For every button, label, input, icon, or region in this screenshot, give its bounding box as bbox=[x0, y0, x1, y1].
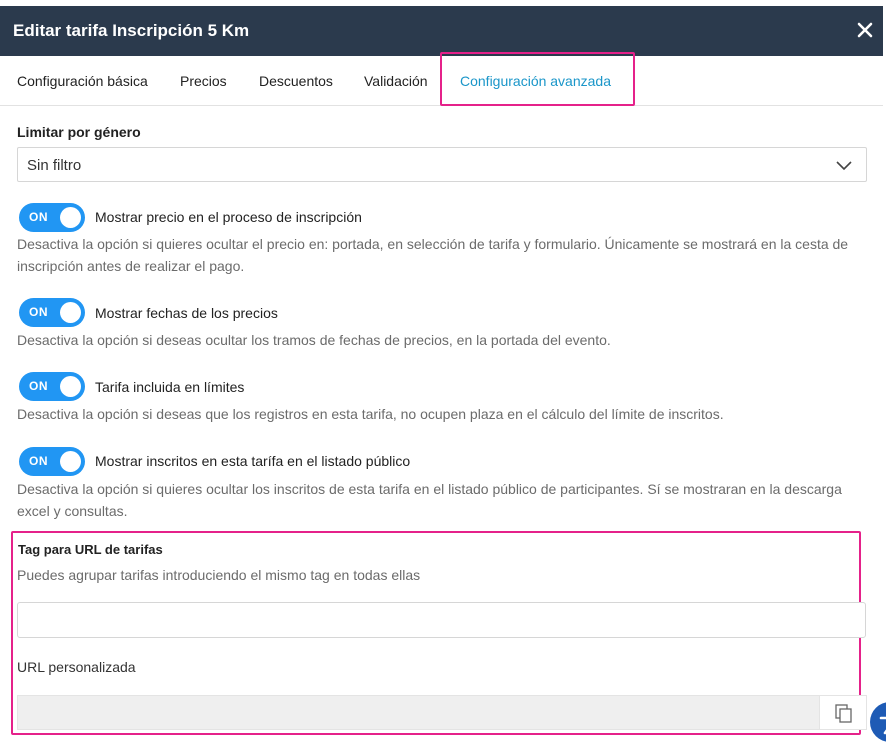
tab-precios[interactable]: Precios bbox=[180, 73, 227, 89]
edit-rate-modal: Editar tarifa Inscripción 5 Km Configura… bbox=[0, 0, 883, 744]
toggle-show-price[interactable]: ON bbox=[19, 203, 85, 232]
toggle-rate-in-limits-label: Tarifa incluida en límites bbox=[95, 379, 245, 395]
toggle-show-price-description: Desactiva la opción si quieres ocultar e… bbox=[17, 236, 849, 274]
active-tab-highlight bbox=[440, 52, 635, 106]
modal-title: Editar tarifa Inscripción 5 Km bbox=[13, 21, 250, 40]
accessibility-icon bbox=[879, 716, 886, 735]
toggle-knob bbox=[60, 207, 81, 228]
toggle-show-registrants-public-label: Mostrar inscritos en esta tarífa en el l… bbox=[95, 453, 411, 469]
toggle-show-price-dates[interactable]: ON bbox=[19, 298, 85, 327]
toggle-knob bbox=[60, 376, 81, 397]
copy-url-button[interactable] bbox=[819, 695, 867, 730]
toggle-knob bbox=[60, 302, 81, 323]
toggle-knob bbox=[60, 451, 81, 472]
toggle-state: ON bbox=[29, 305, 48, 319]
gender-filter-select[interactable]: Sin filtro bbox=[17, 147, 867, 182]
toggle-rate-in-limits-description: Desactiva la opción si deseas que los re… bbox=[17, 406, 724, 422]
toggle-rate-in-limits[interactable]: ON bbox=[19, 372, 85, 401]
gender-filter-value: Sin filtro bbox=[27, 157, 82, 174]
toggle-show-price-dates-description: Desactiva la opción si deseas ocultar lo… bbox=[17, 332, 611, 348]
custom-url-label: URL personalizada bbox=[17, 659, 136, 675]
toggle-show-price-dates-label: Mostrar fechas de los precios bbox=[95, 305, 278, 321]
tag-section-description: Puedes agrupar tarifas introduciendo el … bbox=[17, 567, 421, 583]
toggle-state: ON bbox=[29, 379, 48, 393]
gender-filter-label: Limitar por género bbox=[17, 124, 141, 140]
tab-configuracion-basica[interactable]: Configuración básica bbox=[17, 73, 148, 89]
custom-url-field bbox=[17, 695, 819, 730]
close-icon[interactable] bbox=[856, 19, 874, 41]
toggle-show-registrants-public-description: Desactiva la opción si quieres ocultar l… bbox=[17, 481, 842, 519]
tag-section-title: Tag para URL de tarifas bbox=[18, 542, 163, 557]
copy-icon bbox=[835, 704, 852, 723]
toggle-state: ON bbox=[29, 210, 48, 224]
toggle-state: ON bbox=[29, 454, 48, 468]
tab-validacion[interactable]: Validación bbox=[364, 73, 428, 89]
toggle-show-registrants-public[interactable]: ON bbox=[19, 447, 85, 476]
tag-input[interactable] bbox=[17, 602, 866, 638]
modal-header: Editar tarifa Inscripción 5 Km bbox=[0, 6, 883, 56]
toggle-show-price-label: Mostrar precio en el proceso de inscripc… bbox=[95, 209, 362, 225]
tab-descuentos[interactable]: Descuentos bbox=[259, 73, 333, 89]
chevron-down-icon bbox=[836, 158, 852, 171]
